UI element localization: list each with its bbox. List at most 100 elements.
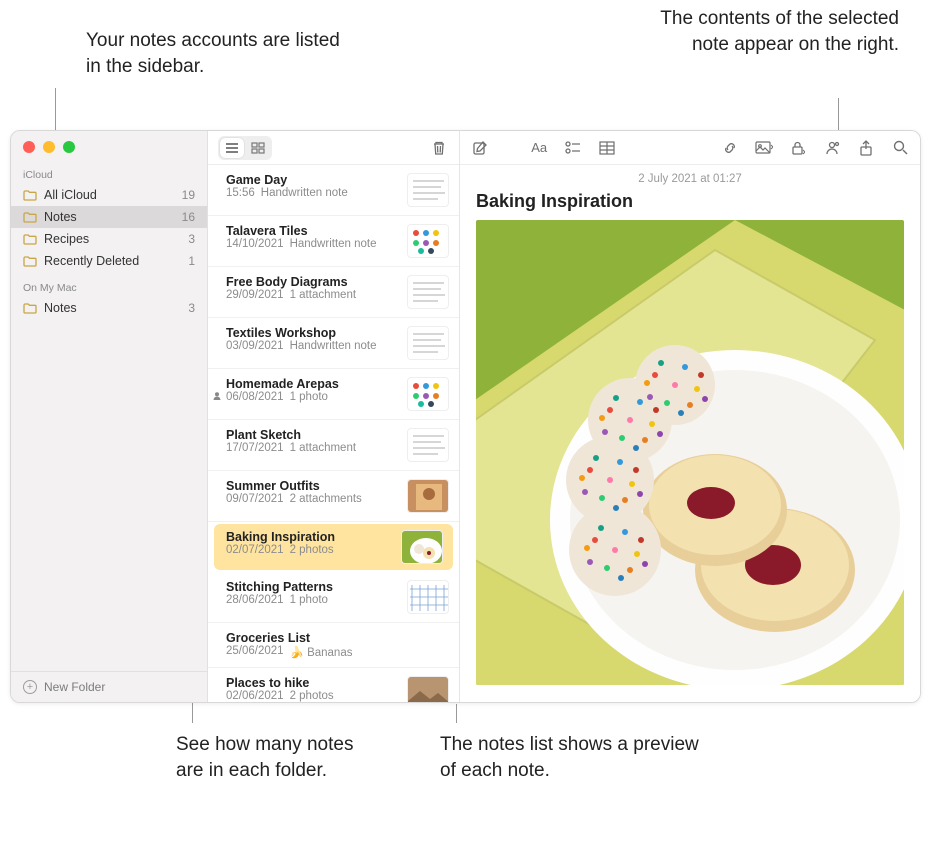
callout-top-right: The contents of the selected note appear… <box>649 6 899 57</box>
note-item-preview: 🍌 Bananas <box>290 645 353 659</box>
note-thumbnail <box>407 173 449 207</box>
note-item-title: Talavera Tiles <box>226 224 399 238</box>
sidebar-item-count: 3 <box>188 232 195 246</box>
lock-icon <box>791 140 805 156</box>
note-list-item[interactable]: Summer Outfits 09/07/20212 attachments <box>208 471 459 522</box>
note-list-item[interactable]: Game Day 15:56Handwritten note <box>208 165 459 216</box>
share-icon <box>859 140 873 156</box>
note-item-date: 02/06/2021 <box>226 690 284 702</box>
format-button[interactable]: Aa <box>529 138 549 158</box>
note-list-item[interactable]: Baking Inspiration 02/07/20212 photos <box>214 524 453 570</box>
note-list-item[interactable]: Homemade Arepas 06/08/20211 photo <box>208 369 459 420</box>
note-item-title: Places to hike <box>226 676 399 690</box>
folder-icon <box>23 212 37 223</box>
note-list-item[interactable]: Places to hike 02/06/2021 2 photos <box>208 668 459 702</box>
sidebar-item[interactable]: Notes 16 <box>11 206 207 228</box>
sidebar-item[interactable]: Recently Deleted 1 <box>11 250 207 272</box>
sidebar-item[interactable]: Notes 3 <box>11 297 207 319</box>
media-button[interactable] <box>754 138 774 158</box>
sidebar: iCloud All iCloud 19 Notes 16 Recipes 3 … <box>11 131 208 702</box>
note-item-date: 09/07/2021 <box>226 493 284 505</box>
note-list-item[interactable]: Groceries List 25/06/2021🍌 Bananas <box>208 623 459 668</box>
note-thumbnail <box>407 275 449 309</box>
note-item-title: Free Body Diagrams <box>226 275 399 289</box>
note-list-item[interactable]: Talavera Tiles 14/10/2021Handwritten not… <box>208 216 459 267</box>
note-item-date: 28/06/2021 <box>226 594 284 606</box>
sidebar-item[interactable]: Recipes 3 <box>11 228 207 250</box>
notes-list-toolbar <box>208 131 459 165</box>
note-list-item[interactable]: Textiles Workshop 03/09/2021Handwritten … <box>208 318 459 369</box>
sidebar-item-label: Recently Deleted <box>44 254 139 268</box>
compose-icon <box>472 140 488 156</box>
note-item-date: 29/09/2021 <box>226 289 284 301</box>
view-toggle <box>218 136 272 160</box>
note-item-preview: 2 photos <box>290 690 334 702</box>
baking-photo <box>476 220 904 685</box>
lock-button[interactable] <box>788 138 808 158</box>
note-item-title: Stitching Patterns <box>226 580 399 594</box>
note-item-title: Homemade Arepas <box>226 377 399 391</box>
checklist-icon <box>565 141 581 155</box>
note-item-date: 06/08/2021 <box>226 391 284 403</box>
table-icon <box>599 141 615 155</box>
folder-icon <box>23 303 37 314</box>
maximize-button[interactable] <box>63 141 75 153</box>
list-view-button[interactable] <box>220 138 244 158</box>
delete-note-button[interactable] <box>429 138 449 158</box>
photos-icon <box>755 141 773 155</box>
sidebar-section-header: iCloud <box>11 159 207 184</box>
grid-icon <box>251 142 265 154</box>
note-item-preview: Handwritten note <box>290 340 377 352</box>
gallery-view-button[interactable] <box>246 138 270 158</box>
notes-list[interactable]: Game Day 15:56Handwritten note Talavera … <box>208 165 459 702</box>
note-item-date: 14/10/2021 <box>226 238 284 250</box>
new-folder-button[interactable]: + New Folder <box>11 671 207 702</box>
format-icon: Aa <box>531 140 547 155</box>
search-button[interactable] <box>890 138 910 158</box>
note-date: 2 July 2021 at 01:27 <box>460 165 920 189</box>
search-icon <box>893 140 908 155</box>
note-item-title: Baking Inspiration <box>226 530 393 544</box>
note-list-item[interactable]: Free Body Diagrams 29/09/20211 attachmen… <box>208 267 459 318</box>
note-thumbnail <box>407 479 449 513</box>
note-thumbnail <box>401 530 443 564</box>
sidebar-item-count: 3 <box>188 301 195 315</box>
link-icon <box>722 141 738 155</box>
notes-window: iCloud All iCloud 19 Notes 16 Recipes 3 … <box>10 130 921 703</box>
note-item-preview: 1 photo <box>290 594 328 606</box>
callout-line <box>456 705 457 723</box>
minimize-button[interactable] <box>43 141 55 153</box>
note-item-title: Groceries List <box>226 631 449 645</box>
content-toolbar: Aa <box>460 131 920 165</box>
link-button[interactable] <box>720 138 740 158</box>
note-thumbnail <box>407 676 449 702</box>
checklist-button[interactable] <box>563 138 583 158</box>
note-thumbnail <box>407 377 449 411</box>
notes-list-column: Game Day 15:56Handwritten note Talavera … <box>208 131 460 702</box>
compose-button[interactable] <box>470 138 490 158</box>
note-item-date: 02/07/2021 <box>226 544 284 556</box>
folder-icon <box>23 256 37 267</box>
callout-bottom-left: See how many notes are in each folder. <box>176 732 356 783</box>
note-item-date: 03/09/2021 <box>226 340 284 352</box>
note-thumbnail <box>407 326 449 360</box>
note-item-date: 15:56 <box>226 187 255 199</box>
note-item-preview: 1 attachment <box>290 442 356 454</box>
folder-icon <box>23 190 37 201</box>
note-thumbnail <box>407 580 449 614</box>
sidebar-item-label: All iCloud <box>44 188 97 202</box>
note-list-item[interactable]: Plant Sketch 17/07/2021 1 attachment <box>208 420 459 471</box>
note-list-item[interactable]: Stitching Patterns 28/06/2021 1 photo <box>208 572 459 623</box>
share-button[interactable] <box>856 138 876 158</box>
sidebar-item-count: 16 <box>182 210 195 224</box>
collaborate-button[interactable] <box>822 138 842 158</box>
note-content-column: Aa <box>460 131 920 702</box>
close-button[interactable] <box>23 141 35 153</box>
sidebar-item[interactable]: All iCloud 19 <box>11 184 207 206</box>
note-item-title: Plant Sketch <box>226 428 399 442</box>
note-item-date: 17/07/2021 <box>226 442 284 454</box>
sidebar-item-count: 1 <box>188 254 195 268</box>
table-button[interactable] <box>597 138 617 158</box>
window-controls <box>11 131 207 159</box>
callout-bottom-right: The notes list shows a preview of each n… <box>440 732 700 783</box>
